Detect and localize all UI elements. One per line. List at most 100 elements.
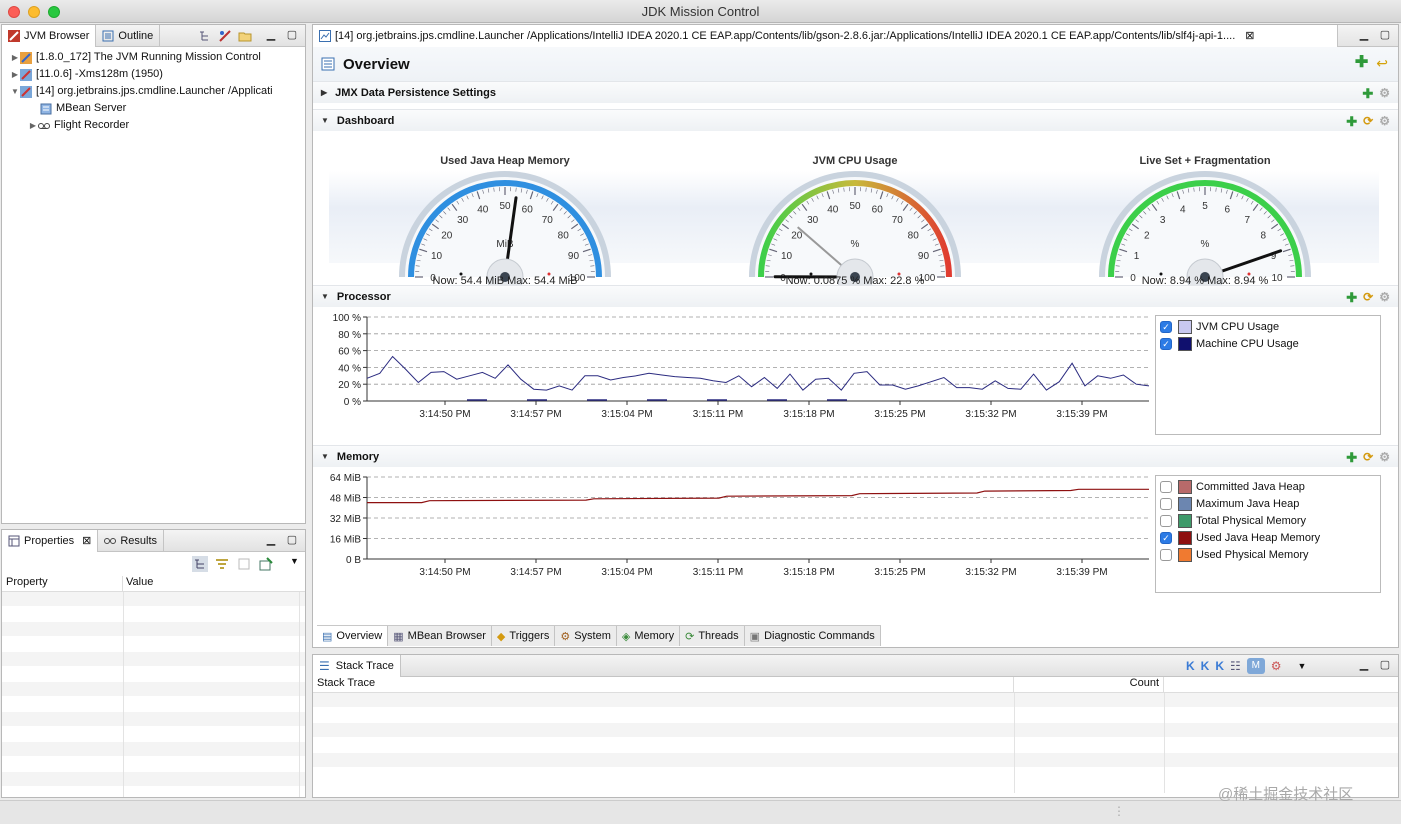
add-icon[interactable]: ✚ [1346,114,1357,130]
properties-panel: Properties ⊠ Results ▁ ▢ ▼ Property Valu… [1,529,306,798]
legend-checkbox[interactable] [1160,514,1172,527]
legend-item[interactable]: Maximum Java Heap [1156,495,1380,512]
tab-icon: ▤ [322,630,333,643]
group-from-bottom-icon[interactable]: K [1201,659,1210,673]
legend-item[interactable]: ✓ Machine CPU Usage [1156,335,1380,352]
legend-item[interactable]: ✓ Used Java Heap Memory [1156,529,1380,546]
settings-icon[interactable]: ⚙ [1379,450,1390,466]
legend-item[interactable]: Committed Java Heap [1156,478,1380,495]
legend-item[interactable]: Total Physical Memory [1156,512,1380,529]
bottom-tab-diagnostic-commands[interactable]: ▣ Diagnostic Commands [744,626,881,646]
minimize-panel-button[interactable]: ▁ [265,534,277,546]
tree-item-label: Flight Recorder [54,119,130,131]
minimize-panel-button[interactable]: ▁ [1358,659,1370,671]
pin-icon[interactable] [258,556,274,572]
bottom-tab-system[interactable]: ⚙ System [555,626,617,646]
column-stack-trace[interactable]: Stack Trace [313,677,1014,692]
refresh-icon[interactable]: ⟳ [1363,290,1373,306]
bottom-tab-triggers[interactable]: ◆ Triggers [491,626,556,646]
tree-layout-icon[interactable] [198,29,212,43]
group-from-top-icon[interactable]: K [1186,659,1195,673]
jmx-section-header[interactable]: ▶ JMX Data Persistence Settings ✚ ⚙ [313,81,1398,103]
zoom-window-button[interactable] [48,6,60,18]
legend-checkbox[interactable]: ✓ [1160,337,1172,350]
maximize-panel-button[interactable]: ▢ [1379,659,1391,671]
close-tab-icon[interactable]: ⊠ [82,534,91,547]
close-tab-icon[interactable]: ⊠ [1245,29,1254,42]
stack-trace-panel: ☰ Stack Trace K K K ☷ M ⚙ ▼ ▁ ▢ Stack Tr… [312,654,1399,798]
drag-handle-icon[interactable]: ⋮ [1113,804,1125,818]
gauge-tick-label: 0 [1130,273,1136,284]
legend-checkbox[interactable] [1160,497,1172,510]
legend-checkbox[interactable]: ✓ [1160,320,1172,333]
legend-checkbox[interactable] [1160,548,1172,561]
maximize-panel-button[interactable]: ▢ [286,29,298,41]
settings-icon[interactable]: ⚙ [1379,86,1390,102]
add-icon[interactable]: ✚ [1346,290,1357,306]
bottom-tab-mbean-browser[interactable]: ▦ MBean Browser [388,626,492,646]
copy-icon[interactable] [236,556,252,572]
tree-item-mbean-server[interactable]: MBean Server [2,100,305,117]
memory-section-header[interactable]: ▼ Memory ✚ ⟳ ⚙ [313,445,1398,467]
collapse-arrow-icon[interactable]: ▼ [321,452,329,461]
view-menu-icon[interactable]: ▼ [290,556,299,566]
legend-checkbox[interactable]: ✓ [1160,531,1172,544]
bottom-tab-memory[interactable]: ◈ Memory [616,626,681,646]
expand-arrow-icon[interactable]: ▶ [10,66,20,83]
expand-arrow-icon[interactable]: ▶ [10,49,20,66]
gauge-tick-label: 20 [791,231,803,242]
minimize-panel-button[interactable]: ▁ [1358,29,1370,41]
column-count[interactable]: Count [1014,677,1164,692]
column-property[interactable]: Property [2,576,123,591]
tree-item-jvm-2[interactable]: ▶ [11.0.6] -Xms128m (1950) [2,66,305,83]
tab-icon: ◆ [496,630,506,643]
settings-icon[interactable]: ⚙ [1379,114,1390,130]
minimize-panel-button[interactable]: ▁ [265,29,277,41]
tab-properties[interactable]: Properties ⊠ [2,529,99,552]
used-java-heap-series-line [367,488,1149,504]
collapse-arrow-icon[interactable]: ▼ [321,116,329,125]
group-distinct-icon[interactable]: K [1215,659,1224,673]
refresh-icon[interactable]: ⟳ [1363,114,1373,130]
add-icon[interactable]: ✚ [1355,55,1368,71]
expand-arrow-icon[interactable]: ▶ [321,88,327,97]
settings-icon[interactable]: ⚙ [1379,290,1390,306]
collapse-arrow-icon[interactable]: ▼ [321,292,329,301]
legend-item[interactable]: ✓ JVM CPU Usage [1156,318,1380,335]
add-icon[interactable]: ✚ [1362,86,1373,102]
bottom-tab-overview[interactable]: ▤ Overview [317,626,389,646]
dashboard-section-header[interactable]: ▼ Dashboard ✚ ⟳ ⚙ [313,109,1398,131]
view-menu-icon[interactable]: ▼ [1298,661,1307,671]
properties-header: Property Value [2,576,305,592]
legend-item[interactable]: Used Physical Memory [1156,546,1380,563]
tab-outline[interactable]: Outline [96,24,161,47]
refresh-icon[interactable]: ⟳ [1363,450,1373,466]
expand-arrow-icon[interactable]: ▶ [28,117,38,134]
gauge-tick-label: 40 [477,205,489,216]
tree-item-flight-recorder[interactable]: ▶ Flight Recorder [2,117,305,134]
collapse-arrow-icon[interactable]: ▼ [10,83,20,100]
tree-item-jvm-1[interactable]: ▶ [1.8.0_172] The JVM Running Mission Co… [2,49,305,66]
legend-checkbox[interactable] [1160,480,1172,493]
column-value[interactable]: Value [123,576,153,591]
tree-item-jvm-3[interactable]: ▼ [14] org.jetbrains.jps.cmdline.Launche… [2,83,305,100]
maximize-panel-button[interactable]: ▢ [1379,29,1391,41]
connect-icon[interactable] [218,29,232,43]
line-numbers-icon[interactable]: ⚙ [1271,659,1282,673]
categories-icon[interactable] [192,556,208,572]
folder-icon[interactable] [238,29,252,43]
minimize-window-button[interactable] [28,6,40,18]
tab-stack-trace[interactable]: ☰ Stack Trace [313,654,401,677]
bottom-tab-threads[interactable]: ⟳ Threads [680,626,745,646]
maximize-panel-button[interactable]: ▢ [286,534,298,546]
processor-section-header[interactable]: ▼ Processor ✚ ⟳ ⚙ [313,285,1398,307]
tab-jvm-browser[interactable]: JVM Browser [2,24,97,47]
method-icon[interactable]: M [1246,658,1265,674]
close-window-button[interactable] [8,6,20,18]
tab-results[interactable]: Results [98,529,165,552]
tree-layout-icon[interactable]: ☷ [1230,659,1241,673]
filter-icon[interactable] [214,556,230,572]
editor-tab[interactable]: [14] org.jetbrains.jps.cmdline.Launcher … [313,24,1338,47]
reset-icon[interactable]: ↩ [1376,56,1388,70]
add-icon[interactable]: ✚ [1346,450,1357,466]
